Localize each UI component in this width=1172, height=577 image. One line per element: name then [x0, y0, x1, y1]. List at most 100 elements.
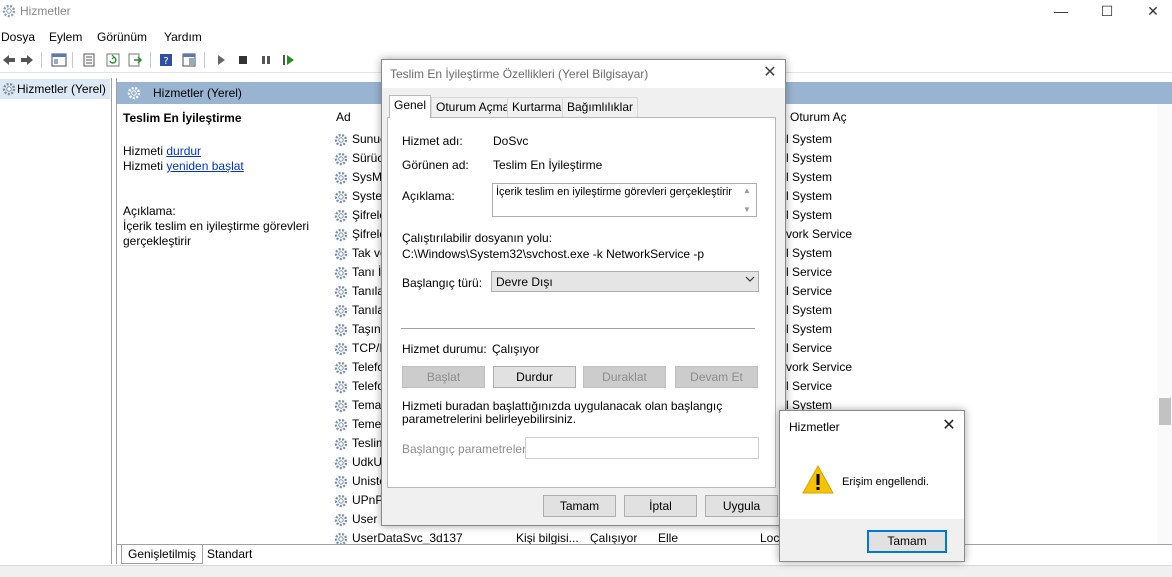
- start-service-icon[interactable]: [212, 51, 230, 69]
- scroll-down-icon[interactable]: ▼: [743, 205, 751, 214]
- row-logon: l System: [786, 151, 833, 165]
- menu-eylem[interactable]: Eylem: [49, 30, 82, 44]
- menu-dosya[interactable]: Dosya: [1, 30, 35, 44]
- table-row[interactable]: Tanıla: [352, 282, 384, 301]
- forward-icon[interactable]: [18, 51, 36, 69]
- console-tree: [0, 78, 112, 564]
- table-row[interactable]: Tema: [352, 396, 381, 415]
- service-status-value: Çalışıyor: [492, 342, 540, 356]
- alert-ok-button[interactable]: Tamam: [867, 530, 947, 553]
- close-icon[interactable]: ✕: [939, 416, 959, 436]
- service-status-label: Hizmet durumu:: [402, 342, 487, 356]
- service-gear-icon: [334, 475, 348, 489]
- tab-general[interactable]: Genel: [389, 95, 432, 118]
- table-row[interactable]: Teme: [352, 415, 381, 434]
- row-logon: l Service: [786, 341, 833, 355]
- pause-button[interactable]: Duraklat: [583, 366, 666, 388]
- start-params-label: Başlangıç parametreleri:: [402, 442, 533, 456]
- description-field-label: Açıklama:: [402, 189, 455, 203]
- scroll-up-icon[interactable]: ▲: [743, 186, 751, 195]
- service-gear-icon: [334, 171, 348, 185]
- table-row[interactable]: Telefo: [352, 377, 384, 396]
- service-gear-icon: [334, 399, 348, 413]
- refresh-icon[interactable]: [104, 51, 122, 69]
- resume-button[interactable]: Devam Et: [675, 366, 758, 388]
- service-name-label: Hizmet adı:: [402, 134, 463, 148]
- description-field[interactable]: İçerik teslim en iyileştirme görevleri g…: [492, 183, 757, 217]
- stop-button[interactable]: Durdur: [493, 366, 576, 388]
- tree-item-services-local[interactable]: Hizmetler (Yerel): [17, 82, 106, 96]
- restart-service-icon[interactable]: [280, 51, 298, 69]
- properties-sheet-icon[interactable]: [80, 51, 98, 69]
- tab-dependencies[interactable]: Bağımlılıklar: [562, 97, 639, 117]
- apply-button[interactable]: Uygula: [705, 495, 778, 517]
- table-row[interactable]: UPnP: [352, 491, 383, 510]
- ok-button[interactable]: Tamam: [543, 495, 616, 517]
- menu-gorunum[interactable]: Görünüm: [97, 30, 147, 44]
- description-text: İçerik teslim en iyileştirme görevleri g…: [123, 219, 310, 248]
- show-hide-pane-icon[interactable]: [180, 51, 198, 69]
- row-logon: l Service: [786, 284, 833, 298]
- service-gear-icon: [334, 152, 348, 166]
- start-params-input[interactable]: [525, 437, 759, 459]
- service-gear-icon: [334, 437, 348, 451]
- table-row[interactable]: Tanı İl: [352, 263, 384, 282]
- selected-service-title: Teslim En İyileştirme: [123, 111, 242, 125]
- pause-service-icon[interactable]: [257, 51, 275, 69]
- row-logon: l System: [786, 322, 833, 336]
- column-header-name[interactable]: Ad: [336, 110, 351, 124]
- table-row[interactable]: Syste: [352, 187, 382, 206]
- tab-extended[interactable]: Genişletilmiş: [121, 545, 204, 564]
- scrollbar-thumb[interactable]: [1159, 398, 1171, 425]
- help-icon[interactable]: ?: [157, 51, 175, 69]
- menu-yardim[interactable]: Yardım: [164, 30, 202, 44]
- alert-title: Hizmetler: [789, 420, 840, 434]
- table-row[interactable]: Sürüc: [352, 149, 383, 168]
- properties-title: Teslim En İyileştirme Özellikleri (Yerel…: [390, 67, 649, 81]
- alert-message: Erişim engellendi.: [842, 476, 929, 488]
- action-prefix: Hizmeti: [123, 144, 164, 158]
- service-gear-icon: [334, 266, 348, 280]
- maximize-button[interactable]: ☐: [1084, 0, 1130, 24]
- start-button[interactable]: Başlat: [402, 366, 485, 388]
- table-row[interactable]: UdkU: [352, 453, 382, 472]
- service-gear-icon: [334, 190, 348, 204]
- row-logon: l System: [786, 208, 833, 222]
- service-gear-icon: [334, 418, 348, 432]
- row-logon: l Service: [786, 265, 833, 279]
- services-gear-icon: [2, 4, 16, 18]
- startup-type-label: Başlangıç türü:: [402, 276, 483, 290]
- tab-recovery[interactable]: Kurtarma: [507, 97, 567, 117]
- status-bar: [0, 565, 1172, 577]
- close-button[interactable]: ✕: [1130, 0, 1172, 24]
- minimize-button[interactable]: —: [1038, 0, 1084, 24]
- menu-bar: Dosya Eylem Görünüm Yardım: [0, 27, 1172, 47]
- row-logon: vork Service: [786, 360, 853, 374]
- service-gear-icon: [334, 323, 348, 337]
- column-header-logon[interactable]: Oturum Aç: [790, 110, 847, 124]
- stop-service-link[interactable]: durdur: [166, 144, 201, 158]
- service-gear-icon: [334, 342, 348, 356]
- vertical-scrollbar[interactable]: [1157, 104, 1172, 544]
- warning-icon: [802, 464, 834, 494]
- table-row[interactable]: Tanıla: [352, 301, 384, 320]
- service-gear-icon: [334, 133, 348, 147]
- tab-standard[interactable]: Standart: [201, 545, 258, 564]
- table-row[interactable]: Telefo: [352, 358, 384, 377]
- service-gear-icon: [334, 247, 348, 261]
- cancel-button[interactable]: İptal: [624, 495, 697, 517]
- tab-logon[interactable]: Oturum Açma: [431, 97, 515, 117]
- general-tab-panel: [387, 117, 776, 488]
- back-icon[interactable]: [0, 51, 18, 69]
- service-gear-icon: [334, 494, 348, 508]
- executable-path-label: Çalıştırılabilir dosyanın yolu:: [402, 231, 553, 245]
- close-icon[interactable]: ✕: [760, 63, 780, 83]
- startup-type-select[interactable]: Devre Dışı: [491, 271, 759, 292]
- export-list-icon[interactable]: [126, 51, 144, 69]
- restart-service-link[interactable]: yeniden başlat: [166, 159, 243, 173]
- console-tree-icon[interactable]: [50, 51, 68, 69]
- service-gear-icon: [334, 228, 348, 242]
- service-gear-icon: [334, 456, 348, 470]
- stop-service-icon[interactable]: [234, 51, 252, 69]
- display-name-value: Teslim En İyileştirme: [493, 158, 603, 172]
